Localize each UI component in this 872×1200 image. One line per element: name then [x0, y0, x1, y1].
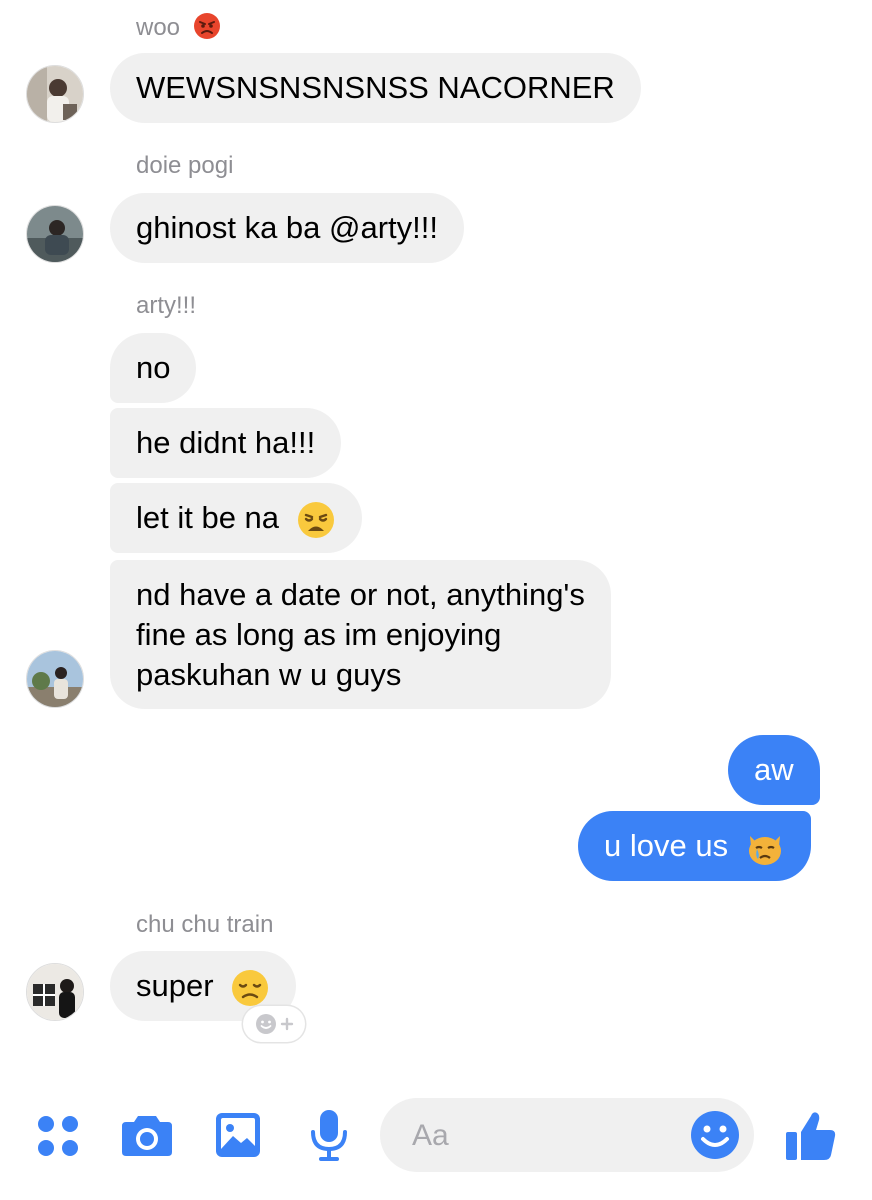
crying-cat-face-icon — [748, 835, 781, 865]
message-bubble[interactable]: no — [110, 333, 197, 403]
emoji-icon[interactable] — [690, 1110, 740, 1160]
sender-name: arty!!! — [136, 292, 197, 319]
message-input[interactable] — [410, 1098, 694, 1174]
message-text: let it be na — [136, 500, 280, 535]
message-bubble[interactable]: let it be na — [110, 483, 362, 553]
message-bubble[interactable]: WEWSNSNSNSNSS NACORNER — [110, 53, 641, 123]
message-bubble[interactable]: nd have a date or not, anything's fine a… — [110, 560, 611, 709]
message-bubble[interactable]: ghinost ka ba @arty!!! — [110, 193, 465, 263]
message-text: no — [136, 350, 171, 385]
message-text: aw — [754, 752, 794, 787]
message-bubble[interactable]: he didnt ha!!! — [110, 408, 342, 478]
avatar[interactable] — [26, 205, 84, 263]
message-text: WEWSNSNSNSNSS NACORNER — [136, 70, 615, 105]
avatar[interactable] — [26, 650, 84, 708]
message-text-line: paskuhan w u guys — [136, 657, 402, 692]
message-text: he didnt ha!!! — [136, 425, 316, 460]
camera-icon[interactable] — [120, 1112, 174, 1158]
sender-name: woo — [136, 12, 221, 42]
message-text: ghinost ka ba @arty!!! — [136, 210, 439, 245]
message-composer[interactable] — [380, 1098, 754, 1174]
message-text-line: fine as long as im enjoying — [136, 617, 502, 652]
weary-face-icon — [297, 501, 334, 538]
gallery-icon[interactable] — [214, 1111, 262, 1159]
smiley-icon — [256, 1014, 276, 1034]
sender-name: doie pogi — [136, 152, 234, 179]
avatar[interactable] — [26, 65, 84, 123]
message-bubble-outgoing[interactable]: u love us — [578, 811, 811, 881]
menu-dots-icon[interactable] — [36, 1114, 80, 1158]
sender-name: chu chu train — [136, 911, 274, 938]
thumbs-up-icon[interactable] — [784, 1108, 838, 1162]
message-text: super — [136, 968, 214, 1003]
microphone-icon[interactable] — [308, 1108, 350, 1162]
plus-icon — [280, 1017, 294, 1031]
message-bubble-outgoing[interactable]: aw — [728, 735, 820, 805]
angry-face-icon — [193, 13, 220, 39]
add-reaction-button[interactable] — [243, 1006, 305, 1042]
message-text-line: nd have a date or not, anything's — [136, 577, 585, 612]
disappointed-face-icon — [232, 969, 269, 1006]
sender-name-text: woo — [136, 14, 181, 41]
message-text: u love us — [604, 828, 729, 863]
avatar[interactable] — [26, 963, 84, 1021]
